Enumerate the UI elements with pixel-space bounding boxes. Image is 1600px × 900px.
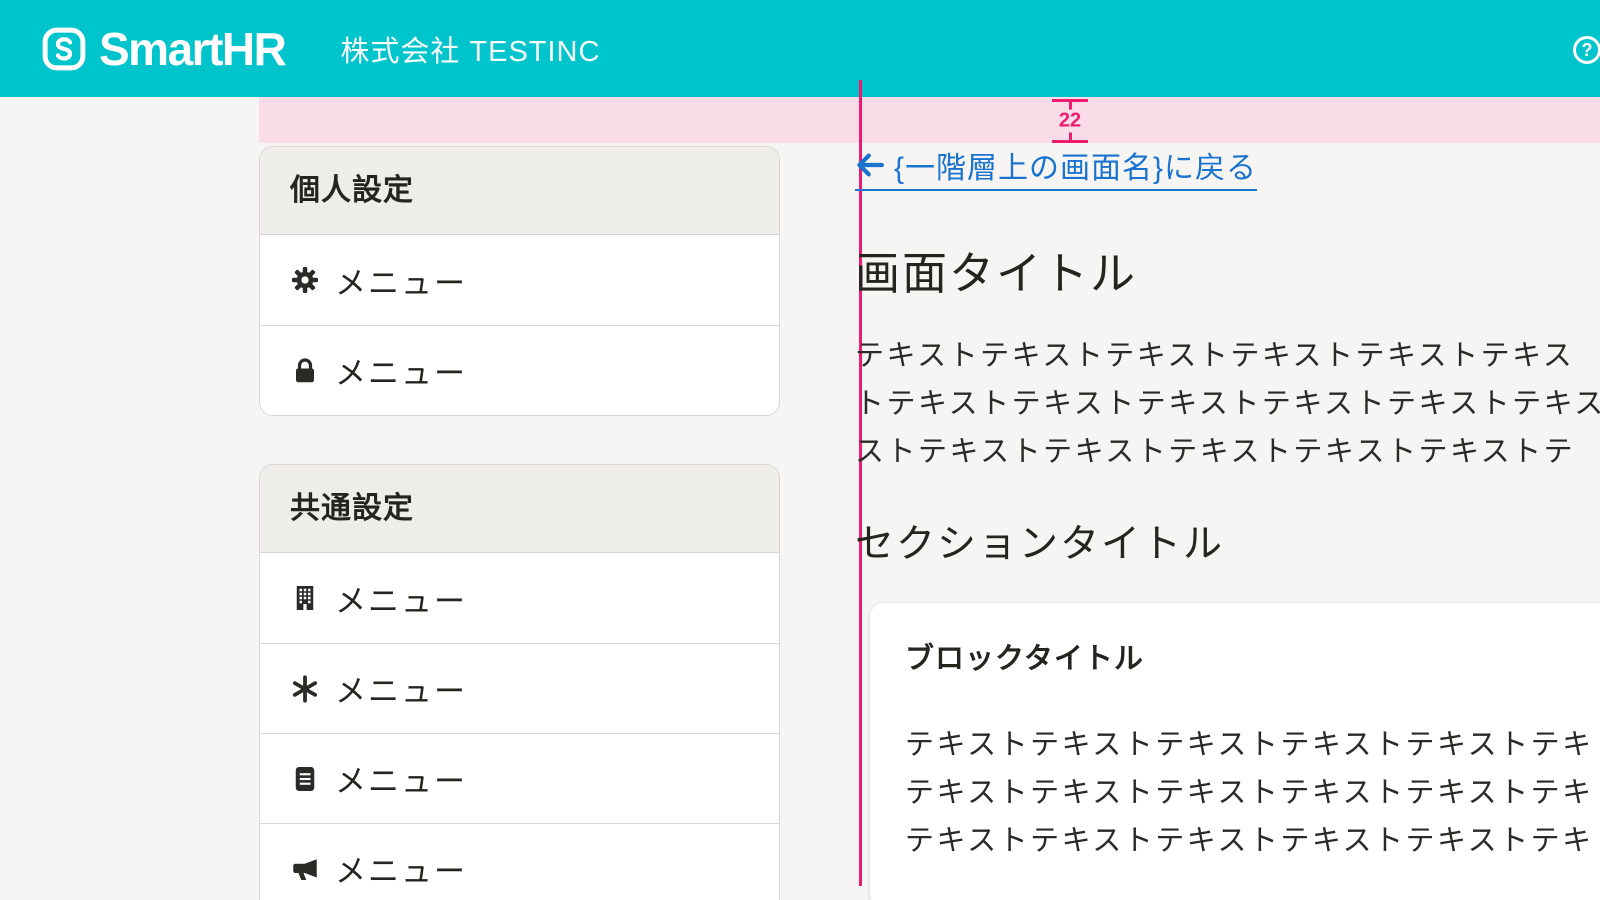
- app-header: SmartHR 株式会社 TESTINC ?: [0, 0, 1600, 97]
- back-link[interactable]: {一階層上の画面名}に戻る: [855, 143, 1257, 191]
- sidebar-group-personal: 個人設定 メニュー: [259, 146, 780, 416]
- sidebar-item-label: メニュー: [335, 756, 467, 801]
- block-line: テキストテキストテキストテキストテキストテキ: [905, 721, 1600, 769]
- sidebar-item-label: メニュー: [335, 846, 467, 891]
- settings-sidebar: 個人設定 メニュー: [259, 146, 780, 900]
- sidebar-item-label: メニュー: [335, 666, 467, 711]
- sidebar-item-common-3[interactable]: メニュー: [260, 733, 779, 823]
- content-block-card: ブロックタイトル テキストテキストテキストテキストテキストテキ テキストテキスト…: [870, 603, 1600, 900]
- question-mark-icon: ?: [1582, 41, 1593, 59]
- page-title: 画面タイトル: [855, 237, 1600, 302]
- block-body: テキストテキストテキストテキストテキストテキ テキストテキストテキストテキストテ…: [905, 721, 1600, 865]
- smarthr-logo-icon: [42, 27, 86, 71]
- megaphone-icon: [290, 854, 320, 884]
- sidebar-item-label: メニュー: [335, 258, 467, 303]
- paragraph-line: ストテキストテキストテキストテキストテキストテ: [855, 428, 1600, 476]
- sidebar-item-label: メニュー: [335, 348, 467, 393]
- back-link-label: {一階層上の画面名}に戻る: [894, 143, 1257, 187]
- page: SmartHR 株式会社 TESTINC ? 22 個人設定: [0, 0, 1600, 900]
- paragraph-line: テキストテキストテキストテキストテキストテキス: [855, 332, 1600, 380]
- company-name: 株式会社 TESTINC: [340, 28, 600, 70]
- sidebar-item-personal-2[interactable]: メニュー: [260, 325, 779, 415]
- main-content: {一階層上の画面名}に戻る 画面タイトル テキストテキストテキストテキストテキス…: [855, 143, 1600, 900]
- building-icon: [290, 583, 320, 613]
- measure-value: 22: [1056, 110, 1084, 133]
- sidebar-item-common-4[interactable]: メニュー: [260, 823, 779, 900]
- asterisk-icon: [290, 674, 320, 704]
- book-icon: [290, 764, 320, 794]
- sidebar-item-personal-1[interactable]: メニュー: [260, 235, 779, 325]
- sidebar-group-title: 個人設定: [260, 147, 779, 235]
- arrow-left-icon: [855, 150, 885, 180]
- section-title: セクションタイトル: [855, 522, 1600, 568]
- smarthr-logo[interactable]: SmartHR: [42, 22, 285, 76]
- sidebar-item-common-2[interactable]: メニュー: [260, 643, 779, 733]
- sidebar-group-title: 共通設定: [260, 465, 779, 553]
- paragraph-line: トテキストテキストテキストテキストテキストテキス: [855, 380, 1600, 428]
- sidebar-group-common: 共通設定 メニュー: [259, 464, 780, 900]
- gear-icon: [290, 265, 320, 295]
- block-title: ブロックタイトル: [905, 643, 1600, 675]
- block-line: テキストテキストテキストテキストテキストテキ: [905, 817, 1600, 865]
- lock-icon: [290, 356, 320, 386]
- help-button[interactable]: ?: [1573, 36, 1600, 64]
- sidebar-item-common-1[interactable]: メニュー: [260, 553, 779, 643]
- sidebar-item-label: メニュー: [335, 576, 467, 621]
- spacing-annotation-band: [259, 97, 1600, 143]
- spacing-measure: 22: [1049, 99, 1091, 143]
- logo-wordmark: SmartHR: [99, 22, 285, 76]
- lead-paragraph: テキストテキストテキストテキストテキストテキス トテキストテキストテキストテキス…: [855, 332, 1600, 476]
- block-line: テキストテキストテキストテキストテキストテキ: [905, 769, 1600, 817]
